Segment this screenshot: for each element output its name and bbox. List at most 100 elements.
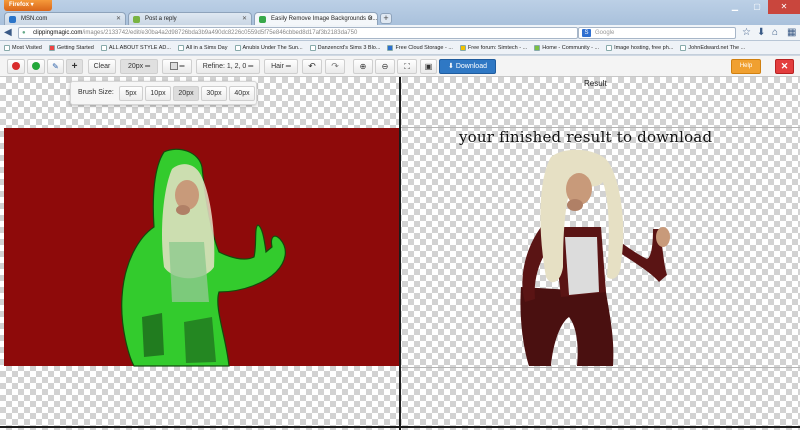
brush-size-option-10[interactable]: 10px: [145, 86, 171, 101]
close-tab-icon[interactable]: ✕: [116, 13, 121, 25]
tab-label: Easily Remove Image Backgrounds O...: [271, 16, 378, 22]
bookmark-folder-icon: [4, 44, 10, 51]
download-arrow-icon: ⬇: [448, 63, 454, 70]
bookmark-label: Image hosting, free ph...: [614, 44, 674, 51]
brush-size-label: Brush Size:: [78, 89, 114, 96]
tab-clippingmagic[interactable]: Easily Remove Image Backgrounds O... ✕: [254, 12, 378, 25]
tab-msn[interactable]: MSN.com ✕: [4, 12, 126, 25]
keep-foreground-tool-button[interactable]: [27, 59, 45, 74]
brush-size-option-label: 20px: [178, 90, 194, 97]
undo-button[interactable]: ↶: [302, 59, 322, 74]
bookmark-label: Most Visited: [12, 44, 42, 51]
bookmark-item[interactable]: Free Cloud Storage - ...: [387, 44, 453, 51]
brush-size-option-30[interactable]: 30px: [201, 86, 227, 101]
brush-size-dropdown[interactable]: 20px ═: [120, 59, 158, 74]
bookmark-item[interactable]: Image hosting, free ph...: [606, 44, 674, 51]
page-icon: [309, 44, 316, 51]
bookmark-item[interactable]: Getting Started: [48, 44, 94, 51]
firefox-menu-label: Firefox: [9, 2, 30, 8]
browser-titlebar: Firefox ▾ MSN.com ✕ Post a reply ✕ Easil…: [0, 0, 800, 25]
url-bar[interactable]: ● clippingmagic.com/images/2133742/edit/…: [18, 27, 578, 39]
brush-size-option-40[interactable]: 40px: [229, 86, 255, 101]
zoom-in-button[interactable]: ⊕: [353, 59, 373, 74]
bookmark-item[interactable]: All in a Sims Day: [177, 44, 228, 51]
downloads-icon[interactable]: ⬇: [757, 27, 765, 38]
scalpel-tool-button[interactable]: ✎: [47, 59, 64, 74]
search-engine-icon[interactable]: S: [582, 29, 591, 37]
brush-size-option-5[interactable]: 5px: [119, 86, 143, 101]
remove-background-tool-button[interactable]: [7, 59, 25, 74]
download-label: Download: [455, 63, 487, 70]
bookmark-item[interactable]: JohnEdward.net The ...: [680, 44, 746, 51]
undo-icon: ↶: [308, 61, 316, 71]
page-icon: [680, 44, 687, 51]
page-icon: [177, 44, 184, 51]
tab-post-reply[interactable]: Post a reply ✕: [128, 12, 252, 25]
site-identity-icon[interactable]: ●: [22, 28, 26, 38]
refine-label: Refine: 1, 2, 0: [202, 63, 247, 70]
brush-size-option-20[interactable]: 20px: [173, 86, 199, 101]
bookmark-label: JohnEdward.net The ...: [688, 44, 746, 51]
bookmark-item[interactable]: Most Visited: [4, 44, 42, 51]
pan-tool-button[interactable]: +: [66, 59, 83, 74]
search-box[interactable]: S Google: [578, 27, 736, 39]
fit-to-screen-button[interactable]: ⛶: [397, 59, 417, 74]
addons-icon[interactable]: ▦: [787, 27, 796, 38]
brush-size-value: 20px: [127, 63, 144, 70]
background-view-dropdown[interactable]: ═: [162, 59, 192, 74]
green-plus-icon: [32, 61, 40, 70]
close-tab-icon[interactable]: ✕: [368, 13, 373, 25]
download-button[interactable]: ⬇ Download: [439, 59, 496, 74]
firefox-menu-button[interactable]: Firefox ▾: [4, 0, 52, 11]
clear-button[interactable]: Clear: [88, 59, 116, 74]
zoom-out-button[interactable]: ⊖: [375, 59, 395, 74]
save-button[interactable]: ▣: [420, 59, 437, 74]
redo-button[interactable]: ↷: [325, 59, 345, 74]
window-close-icon[interactable]: ✕: [768, 0, 800, 14]
bookmark-item[interactable]: Free forum: Simtech - ...: [459, 44, 528, 51]
bookmark-item[interactable]: Danzencrd's Sims 3 Blo...: [309, 44, 380, 51]
bookmark-label: Home - Community - ...: [542, 44, 600, 51]
refine-dropdown[interactable]: Refine: 1, 2, 0 ═: [196, 59, 260, 74]
tab-label: Post a reply: [145, 16, 177, 22]
clear-label: Clear: [93, 63, 111, 70]
maximize-icon[interactable]: ▢: [746, 0, 768, 14]
bookmark-star-icon[interactable]: ☆: [742, 27, 751, 38]
hair-dropdown[interactable]: Hair ═: [264, 59, 298, 74]
page-icon: [234, 44, 241, 51]
zoom-in-icon: ⊕: [359, 62, 367, 71]
bookmark-item[interactable]: ALL ABOUT STYLE AD...: [100, 44, 171, 51]
bookmark-item[interactable]: Home - Community - ...: [534, 44, 600, 51]
save-disk-icon: ▣: [424, 62, 433, 71]
result-figure[interactable]: [401, 77, 800, 426]
dropdown-caret-icon: ═: [179, 63, 185, 70]
brush-size-popup: Brush Size: 5px 10px 20px 30px 40px: [70, 81, 257, 105]
home-icon[interactable]: ⌂: [772, 27, 778, 38]
dropbox-icon: [387, 44, 394, 51]
bookmark-label: Getting Started: [56, 44, 94, 51]
dropdown-caret-icon: ═: [248, 63, 254, 70]
brush-size-option-label: 30px: [206, 90, 222, 97]
url-host: clippingmagic.com: [33, 30, 83, 36]
close-tab-icon[interactable]: ✕: [242, 13, 247, 25]
bookmark-label: Free forum: Simtech - ...: [467, 44, 528, 51]
fullscreen-icon: ⛶: [404, 62, 410, 71]
close-icon: ✕: [780, 61, 789, 71]
bookmark-label: ALL ABOUT STYLE AD...: [108, 44, 171, 51]
search-placeholder: Google: [595, 30, 615, 36]
help-label: Help: [739, 63, 753, 69]
new-tab-button[interactable]: +: [380, 13, 392, 24]
forum-favicon-icon: [133, 16, 140, 23]
minimize-icon[interactable]: ▁: [724, 0, 746, 14]
bookmark-item[interactable]: Anubis Under The Sun...: [234, 44, 303, 51]
close-editor-button[interactable]: ✕: [775, 59, 794, 74]
page-icon: [606, 44, 613, 51]
brush-size-option-label: 10px: [150, 90, 166, 97]
brush-size-option-label: 5px: [125, 90, 137, 97]
zoom-out-icon: ⊖: [381, 62, 389, 71]
editor-toolbar: ✎ + Clear 20px ═ ═ Refine: 1, 2, 0 ═ Hai…: [0, 56, 800, 77]
source-image-figure[interactable]: [4, 77, 399, 426]
editor-workspace: Brush Size: 5px 10px 20px 30px 40px Resu…: [0, 77, 800, 430]
help-button[interactable]: Help: [731, 59, 761, 74]
back-arrow-icon[interactable]: ◀: [4, 27, 12, 38]
